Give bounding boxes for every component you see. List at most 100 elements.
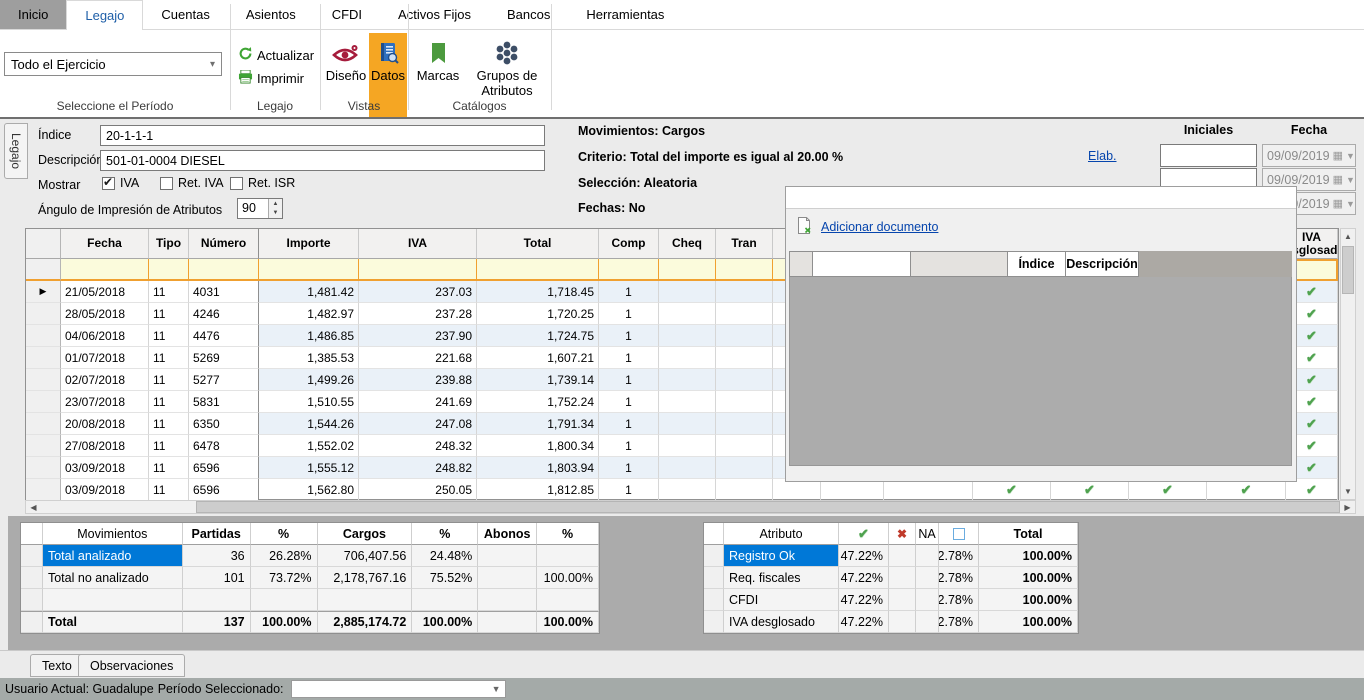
spinner-down-icon[interactable]: ▼ xyxy=(269,209,282,219)
summary-header-cell[interactable]: ✖ xyxy=(889,523,916,545)
summary-cell[interactable] xyxy=(478,589,537,611)
grid-header-cell[interactable]: Total xyxy=(477,229,599,259)
summary-cell[interactable]: 100.00% xyxy=(979,611,1078,633)
table-row[interactable]: CFDI47.22%52.78%100.00% xyxy=(704,589,1078,611)
grid-cell[interactable]: 1,803.94 xyxy=(477,457,599,479)
grid-cell[interactable] xyxy=(659,369,716,391)
summary-cell[interactable] xyxy=(889,567,916,589)
grid-cell[interactable]: 1,552.02 xyxy=(259,435,359,457)
grid-cell[interactable]: 248.82 xyxy=(359,457,477,479)
grid-cell[interactable]: 1,800.34 xyxy=(477,435,599,457)
grid-cell[interactable]: 11 xyxy=(149,325,189,347)
grid-cell[interactable] xyxy=(659,435,716,457)
ribbon-tab-herramientas[interactable]: Herramientas xyxy=(568,0,682,29)
grid-header-cell[interactable]: Cheq xyxy=(659,229,716,259)
summary-cell[interactable]: IVA desglosado xyxy=(724,611,839,633)
summary-cell[interactable] xyxy=(21,567,43,589)
summary-cell[interactable] xyxy=(478,611,537,633)
grid-cell[interactable] xyxy=(716,457,773,479)
tab-observaciones[interactable]: Observaciones xyxy=(78,654,185,677)
grid-cell[interactable] xyxy=(26,457,61,479)
ribbon-tab-bancos[interactable]: Bancos xyxy=(489,0,568,29)
summary-cell[interactable]: Total no analizado xyxy=(43,567,183,589)
grid-filter-cell[interactable] xyxy=(599,259,659,281)
grid-cell[interactable] xyxy=(26,347,61,369)
grid-cell[interactable]: 221.68 xyxy=(359,347,477,369)
grid-cell[interactable] xyxy=(26,435,61,457)
grid-cell[interactable]: 27/08/2018 xyxy=(61,435,149,457)
grid-cell[interactable] xyxy=(659,479,716,501)
adicionar-documento-link[interactable]: Adicionar documento xyxy=(821,220,938,234)
grid-cell[interactable]: ✔ xyxy=(1051,479,1129,501)
summary-cell[interactable] xyxy=(478,567,537,589)
summary-cell[interactable]: 100.00% xyxy=(979,589,1078,611)
actualizar-button[interactable]: Actualizar xyxy=(238,46,314,64)
table-row[interactable]: 03/09/20181165961,562.80250.051,812.851✔… xyxy=(26,479,1338,501)
summary-cell[interactable]: Req. fiscales xyxy=(724,567,839,589)
grid-cell[interactable]: 1 xyxy=(599,413,659,435)
grid-header-cell[interactable]: IVA xyxy=(359,229,477,259)
grid-cell[interactable]: ▶ xyxy=(26,281,61,303)
grid-cell[interactable]: 21/05/2018 xyxy=(61,281,149,303)
grid-cell[interactable]: 5277 xyxy=(189,369,259,391)
summary-cell[interactable] xyxy=(537,545,599,567)
summary-cell[interactable]: 26.28% xyxy=(251,545,318,567)
horizontal-scrollbar[interactable]: ◀ ▶ xyxy=(25,500,1356,514)
grid-cell[interactable]: 11 xyxy=(149,413,189,435)
grid-cell[interactable]: 20/08/2018 xyxy=(61,413,149,435)
table-row[interactable]: Total no analizado10173.72%2,178,767.167… xyxy=(21,567,599,589)
summary-cell[interactable]: 100.00% xyxy=(979,567,1078,589)
summary-cell[interactable]: 47.22% xyxy=(839,611,889,633)
grid-cell[interactable]: 1 xyxy=(599,391,659,413)
popup-header-descripcion[interactable]: Descripción xyxy=(1066,251,1139,277)
grid-cell[interactable]: 01/07/2018 xyxy=(61,347,149,369)
summary-cell[interactable] xyxy=(43,589,183,611)
descripcion-input[interactable]: 501-01-0004 DIESEL xyxy=(100,150,545,171)
period-combobox[interactable]: Todo el Ejercicio ▾ xyxy=(4,52,222,76)
summary-header-cell[interactable]: Abonos xyxy=(478,523,537,545)
summary-header-cell[interactable]: NA xyxy=(916,523,939,545)
grid-header-cell[interactable]: Fecha xyxy=(61,229,149,259)
grid-cell[interactable]: 1,724.75 xyxy=(477,325,599,347)
grid-cell[interactable]: 4031 xyxy=(189,281,259,303)
grid-filter-cell[interactable] xyxy=(149,259,189,281)
tab-texto[interactable]: Texto xyxy=(30,654,84,677)
summary-cell[interactable]: 47.22% xyxy=(839,545,889,567)
summary-header-cell[interactable]: Atributo xyxy=(724,523,839,545)
grid-cell[interactable]: 250.05 xyxy=(359,479,477,501)
checkbox-ret-iva[interactable]: Ret. IVA xyxy=(160,176,224,190)
scrollbar-thumb[interactable] xyxy=(196,501,1340,513)
grid-cell[interactable] xyxy=(26,369,61,391)
scroll-right-icon[interactable]: ▶ xyxy=(1340,501,1355,513)
grid-header-cell[interactable]: Importe xyxy=(259,229,359,259)
grid-cell[interactable]: 4246 xyxy=(189,303,259,325)
grid-cell[interactable] xyxy=(26,413,61,435)
table-row[interactable]: Registro Ok47.22%52.78%100.00% xyxy=(704,545,1078,567)
summary-cell[interactable]: 2,885,174.72 xyxy=(318,611,413,633)
summary-cell[interactable] xyxy=(704,567,724,589)
summary-cell[interactable]: 101 xyxy=(183,567,251,589)
imprimir-button[interactable]: Imprimir xyxy=(238,70,304,87)
grid-cell[interactable]: 1,791.34 xyxy=(477,413,599,435)
summary-cell[interactable] xyxy=(251,589,318,611)
summary-header-cell[interactable]: Partidas xyxy=(183,523,251,545)
grid-filter-cell[interactable] xyxy=(359,259,477,281)
summary-cell[interactable] xyxy=(704,589,724,611)
grid-cell[interactable] xyxy=(659,413,716,435)
grid-cell[interactable]: 6596 xyxy=(189,457,259,479)
ribbon-tab-legajo[interactable]: Legajo xyxy=(66,0,143,30)
grid-cell[interactable] xyxy=(773,479,821,501)
ribbon-tab-cfdi[interactable]: CFDI xyxy=(314,0,380,29)
grid-header-cell[interactable]: Comp xyxy=(599,229,659,259)
grid-cell[interactable] xyxy=(659,281,716,303)
grid-cell[interactable]: 1 xyxy=(599,457,659,479)
summary-cell[interactable] xyxy=(318,589,413,611)
summary-cell[interactable]: 36 xyxy=(183,545,251,567)
table-row[interactable] xyxy=(21,589,599,611)
popup-title-bar[interactable] xyxy=(786,187,1296,209)
table-row[interactable]: Total137100.00%2,885,174.72100.00%100.00… xyxy=(21,611,599,633)
grid-cell[interactable]: 1,555.12 xyxy=(259,457,359,479)
grid-cell[interactable]: ✔ xyxy=(1129,479,1207,501)
checkbox-iva[interactable]: IVA xyxy=(102,176,139,190)
grid-filter-cell[interactable] xyxy=(716,259,773,281)
